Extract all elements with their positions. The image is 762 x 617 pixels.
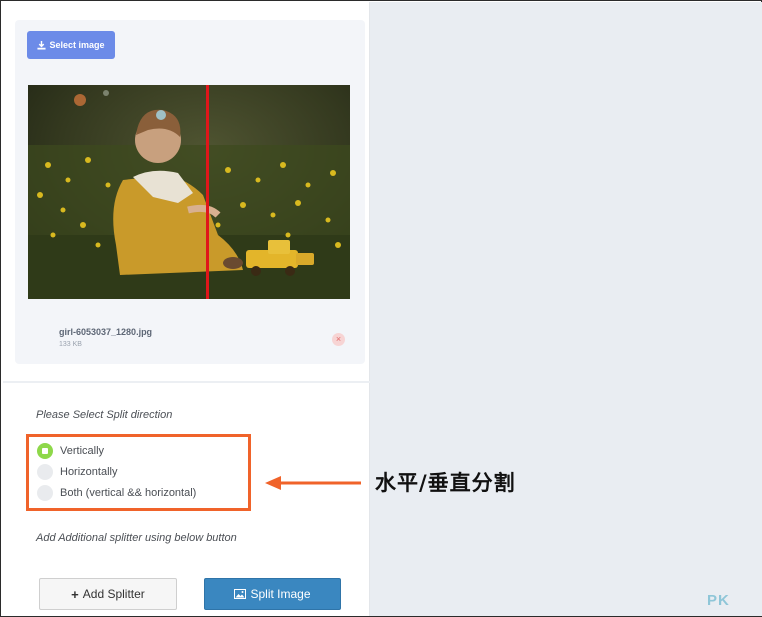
arrow-left-icon <box>265 476 361 490</box>
annotation-label: 水平/垂直分割 <box>375 471 516 495</box>
photo-girl-with-toy-truck <box>28 85 350 299</box>
radio-label-both: Both (vertical && horizontal) <box>60 487 197 499</box>
radio-unchecked-icon <box>37 464 53 480</box>
upload-card: Select image girl-6053037_1280.jpg 133 K… <box>15 20 365 364</box>
radio-horizontally[interactable]: Horizontally <box>37 463 117 481</box>
radio-label-vertically: Vertically <box>60 445 105 457</box>
split-image-button[interactable]: Split Image <box>204 578 341 610</box>
split-direction-prompt: Please Select Split direction <box>36 409 173 421</box>
radio-checked-icon <box>37 443 53 459</box>
remove-file-button[interactable]: × <box>332 333 345 346</box>
upload-icon <box>37 40 47 50</box>
plus-icon: + <box>71 586 79 602</box>
radio-both[interactable]: Both (vertical && horizontal) <box>37 484 196 502</box>
image-icon <box>234 589 247 599</box>
add-splitter-button[interactable]: + Add Splitter <box>39 578 177 610</box>
watermark: PK <box>707 592 730 609</box>
splitter-hint: Add Additional splitter using below butt… <box>36 532 237 544</box>
app-window: Select image girl-6053037_1280.jpg 133 K… <box>0 0 762 617</box>
file-size: 133 KB <box>59 341 82 348</box>
section-divider <box>3 381 371 383</box>
image-preview[interactable] <box>28 85 350 299</box>
select-image-button[interactable]: Select image <box>27 31 115 59</box>
output-panel <box>370 2 762 616</box>
add-splitter-label: Add Splitter <box>82 587 145 601</box>
split-image-label: Split Image <box>250 587 311 601</box>
file-name: girl-6053037_1280.jpg <box>59 327 153 337</box>
radio-label-horizontally: Horizontally <box>60 466 118 478</box>
split-line-vertical[interactable] <box>206 85 209 299</box>
radio-vertically[interactable]: Vertically <box>37 442 104 460</box>
left-panel: Select image girl-6053037_1280.jpg 133 K… <box>2 2 371 616</box>
split-direction-group: Vertically Horizontally Both (vertical &… <box>26 434 251 511</box>
radio-unchecked-icon <box>37 485 53 501</box>
select-image-label: Select image <box>49 40 105 50</box>
